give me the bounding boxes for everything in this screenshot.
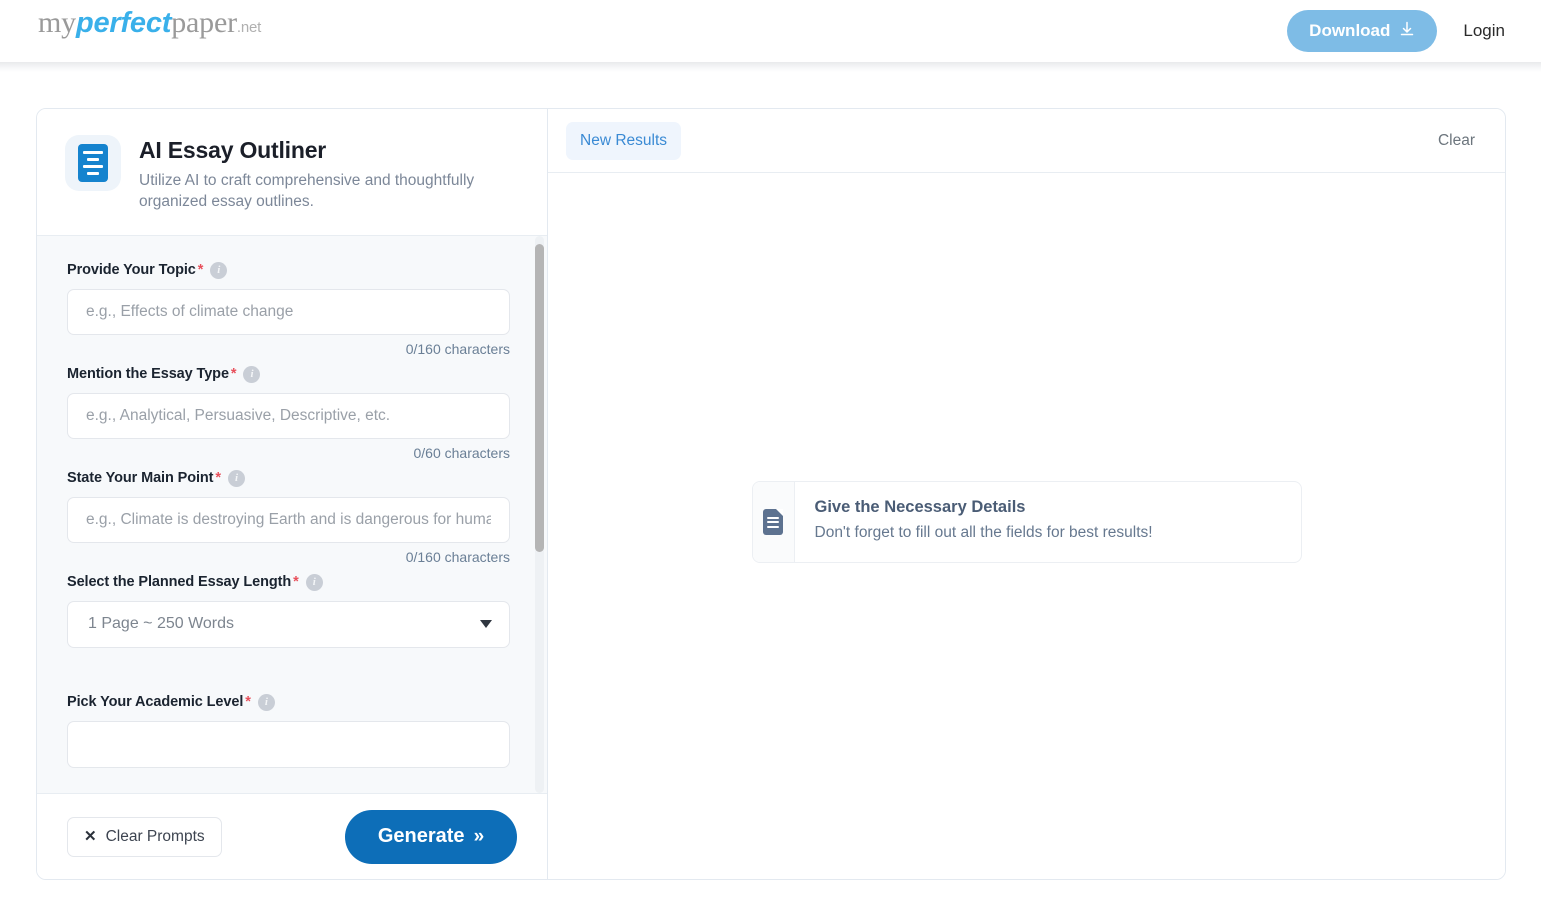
tab-new-results[interactable]: New Results (566, 121, 681, 160)
info-icon[interactable]: i (305, 573, 323, 591)
page-body: AI Essay Outliner Utilize AI to craft co… (0, 72, 1541, 914)
page-subtitle: Utilize AI to craft comprehensive and th… (139, 172, 475, 211)
field-essay-type-label: Mention the Essay Type * i (67, 365, 517, 383)
logo-part-my: my (38, 6, 76, 39)
info-icon[interactable]: i (210, 261, 228, 279)
essay-type-counter: 0/60 characters (413, 444, 511, 461)
required-asterisk: * (245, 694, 251, 711)
field-topic-label-text: Provide Your Topic (67, 262, 196, 279)
required-asterisk: * (293, 574, 299, 591)
results-panel: New Results Clear Give the Necessary Det… (548, 109, 1505, 879)
field-essay-length-label: Select the Planned Essay Length * i (67, 573, 517, 591)
download-button[interactable]: Download (1287, 10, 1438, 52)
form-scroll-area: Provide Your Topic* i 0/160 characters M… (37, 235, 547, 793)
required-asterisk: * (215, 470, 221, 487)
form-panel: AI Essay Outliner Utilize AI to craft co… (37, 109, 548, 879)
required-asterisk: * (197, 262, 204, 279)
clear-prompts-label: Clear Prompts (105, 827, 205, 845)
main-point-counter: 0/160 characters (405, 548, 510, 565)
clear-results-button[interactable]: Clear (1434, 126, 1479, 156)
scroll-fade (37, 767, 547, 793)
results-body: Give the Necessary Details Don't forget … (548, 173, 1505, 879)
info-icon[interactable]: i (227, 469, 245, 487)
main-point-input[interactable] (67, 496, 510, 543)
generate-button-label: Generate (377, 825, 465, 847)
field-essay-length-label-text: Select the Planned Essay Length (67, 574, 292, 591)
download-button-label: Download (1309, 21, 1391, 40)
essay-length-select-wrap: 1 Page ~ 250 Words (67, 600, 510, 648)
header-shadow-band (0, 62, 1541, 72)
notice-text: Give the Necessary Details Don't forget … (795, 482, 1173, 562)
topic-input[interactable] (67, 288, 510, 335)
results-toolbar: New Results Clear (548, 109, 1505, 173)
page-title: AI Essay Outliner (139, 137, 327, 163)
info-icon[interactable]: i (243, 365, 261, 383)
essay-type-input[interactable] (67, 392, 510, 439)
field-essay-type: Mention the Essay Type* i 0/60 character… (67, 365, 517, 461)
site-logo[interactable]: myperfectpaper.net (38, 6, 261, 40)
field-essay-type-label-text: Mention the Essay Type (67, 366, 229, 383)
form-scrollbar-track[interactable] (535, 235, 544, 793)
tool-header: AI Essay Outliner Utilize AI to craft co… (37, 109, 547, 236)
document-lines-icon (65, 135, 121, 191)
field-topic: Provide Your Topic* i 0/160 characters (67, 261, 517, 357)
download-arrow-icon (1399, 21, 1415, 42)
logo-part-paper: paper (171, 6, 237, 39)
double-chevron-right-icon: » (473, 826, 485, 847)
field-main-point-label-text: State Your Main Point (67, 470, 214, 487)
form-footer: ✕ Clear Prompts Generate » (37, 793, 547, 879)
logo-part-perfect: perfect (75, 7, 172, 39)
header-actions: Download Login (1287, 0, 1513, 62)
field-main-point-label: State Your Main Point * i (67, 469, 517, 487)
notice-title: Give the Necessary Details (814, 498, 1026, 516)
academic-level-select[interactable] (67, 720, 510, 768)
site-header: myperfectpaper.net Download Login (0, 0, 1541, 62)
x-icon: ✕ (84, 828, 97, 845)
field-academic-level-label-text: Pick Your Academic Level (67, 694, 244, 711)
field-academic-level: Pick Your Academic Level * i (67, 693, 517, 768)
field-main-point: State Your Main Point* i 0/160 character… (67, 469, 517, 565)
form-spacer (67, 652, 517, 694)
notice-icon-column (752, 482, 795, 562)
required-asterisk: * (230, 366, 237, 383)
academic-level-select-wrap (67, 720, 510, 768)
document-icon (763, 509, 783, 535)
topic-counter: 0/160 characters (405, 340, 510, 357)
empty-state-notice: Give the Necessary Details Don't forget … (751, 481, 1302, 563)
form-scrollbar-thumb[interactable] (535, 243, 544, 552)
info-icon[interactable]: i (257, 693, 275, 711)
notice-subtitle: Don't forget to fill out all the fields … (814, 524, 1153, 541)
generate-button[interactable]: Generate » (345, 809, 517, 864)
logo-part-net: .net (236, 19, 262, 36)
essay-length-select[interactable]: 1 Page ~ 250 Words (67, 600, 510, 648)
field-essay-length: Select the Planned Essay Length * i 1 Pag… (67, 573, 517, 648)
clear-prompts-button[interactable]: ✕ Clear Prompts (67, 816, 222, 857)
tool-card: AI Essay Outliner Utilize AI to craft co… (36, 108, 1506, 880)
field-topic-label: Provide Your Topic * i (67, 261, 517, 279)
field-academic-level-label: Pick Your Academic Level * i (67, 693, 517, 711)
login-link[interactable]: Login (1455, 15, 1513, 47)
